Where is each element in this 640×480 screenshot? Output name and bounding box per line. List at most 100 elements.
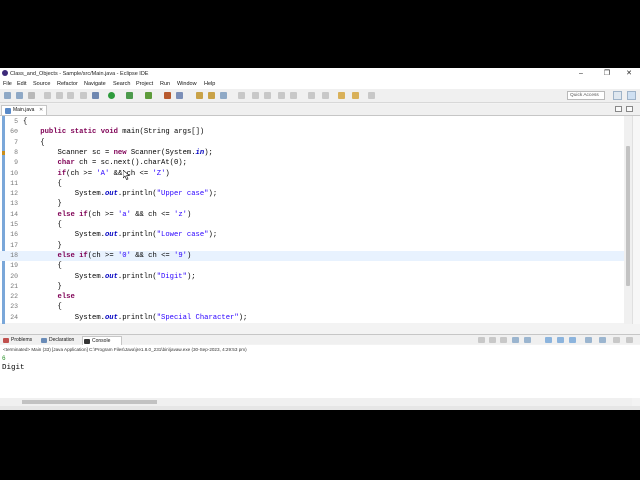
maximize-editor-icon[interactable] — [626, 106, 633, 112]
open-task-icon[interactable] — [208, 92, 215, 99]
code-line[interactable]: 23 { — [0, 302, 624, 312]
code-line[interactable]: 7 { — [0, 138, 624, 148]
code-line[interactable]: 17 } — [0, 241, 624, 251]
word-wrap-icon[interactable] — [545, 337, 552, 343]
line-number: 14 — [10, 210, 18, 218]
code-line[interactable]: 12 System.out.println("Upper case"); — [0, 189, 624, 199]
code-line[interactable]: 8 Scanner sc = new Scanner(System.in); — [0, 148, 624, 158]
save-icon[interactable] — [16, 92, 23, 99]
code-text: public static void main(String args[]) — [40, 128, 205, 137]
open-perspective-icon[interactable] — [613, 91, 622, 100]
coverage-icon[interactable] — [126, 92, 133, 99]
toggle-icon[interactable] — [56, 92, 63, 99]
menu-navigate[interactable]: Navigate — [84, 81, 106, 87]
editor-tab-main-java[interactable]: Main.java ✕ — [1, 105, 47, 115]
tab-problems[interactable]: Problems — [2, 336, 38, 345]
declaration-icon — [41, 338, 47, 343]
debug-icon[interactable] — [92, 92, 99, 99]
pin-console-icon[interactable] — [585, 337, 592, 343]
restore-button[interactable]: ❐ — [602, 69, 612, 79]
pin-icon[interactable] — [368, 92, 375, 99]
mouse-pointer-icon — [123, 170, 131, 180]
terminate-icon[interactable] — [478, 337, 485, 343]
menu-project[interactable]: Project — [136, 81, 153, 87]
code-line[interactable]: 9 char ch = sc.next().charAt(0); — [0, 158, 624, 168]
code-line[interactable]: 11 { — [0, 179, 624, 189]
open-type-icon[interactable] — [196, 92, 203, 99]
code-line[interactable]: 18 else if(ch >= '0' && ch <= '9') — [0, 250, 624, 261]
menu-refactor[interactable]: Refactor — [57, 81, 78, 87]
display-console-icon[interactable] — [599, 337, 606, 343]
code-line[interactable]: 10 if(ch >= 'A' && ch <= 'Z') — [0, 169, 624, 179]
whitespace-icon[interactable] — [264, 92, 271, 99]
code-line[interactable]: 21 } — [0, 282, 624, 292]
quick-access-field[interactable]: Quick Access — [567, 91, 605, 100]
back-icon[interactable] — [322, 92, 329, 99]
menu-search[interactable]: Search — [113, 81, 130, 87]
line-number: 7 — [14, 138, 18, 146]
minimize-panel-icon[interactable] — [613, 337, 620, 343]
tab-declaration[interactable]: Declaration — [40, 336, 81, 345]
java-perspective-icon[interactable] — [627, 91, 636, 100]
clear-console-icon[interactable] — [512, 337, 519, 343]
close-button[interactable]: ✕ — [624, 69, 634, 79]
last-edit-icon[interactable] — [308, 92, 315, 99]
block-selection-icon[interactable] — [252, 92, 259, 99]
code-line[interactable]: 5{ — [0, 117, 624, 127]
history-icon[interactable] — [352, 92, 359, 99]
print-icon[interactable] — [44, 92, 51, 99]
code-line[interactable]: 15 { — [0, 220, 624, 230]
line-number: 22 — [10, 293, 18, 301]
minimize-button[interactable]: – — [576, 69, 586, 79]
code-text: } — [23, 241, 62, 250]
menu-help[interactable]: Help — [204, 81, 215, 87]
menu-edit[interactable]: Edit — [17, 81, 26, 87]
code-line[interactable]: 13 } — [0, 199, 624, 209]
code-line[interactable]: 16 System.out.println("Lower case"); — [0, 230, 624, 240]
remove-launch-icon[interactable] — [489, 337, 496, 343]
code-text: System.out.println("Upper case"); — [23, 190, 218, 199]
code-line[interactable]: 20 System.out.println("Digit"); — [0, 272, 624, 282]
code-line[interactable]: 14 else if(ch >= 'a' && ch <= 'z') — [0, 210, 624, 220]
remove-all-icon[interactable] — [500, 337, 507, 343]
menu-source[interactable]: Source — [33, 81, 50, 87]
code-line[interactable]: 6⊖ public static void main(String args[]… — [0, 127, 624, 137]
menu-file[interactable]: File — [3, 81, 12, 87]
show-stdout-icon[interactable] — [557, 337, 564, 343]
console-output[interactable]: 6 Digit — [0, 354, 640, 398]
console-scroll-thumb[interactable] — [22, 400, 157, 404]
mark-occurrences-icon[interactable] — [238, 92, 245, 99]
minimize-editor-icon[interactable] — [615, 106, 622, 112]
new-package-icon[interactable] — [176, 92, 183, 99]
external-tools-icon[interactable] — [145, 92, 152, 99]
show-stderr-icon[interactable] — [569, 337, 576, 343]
editor-scroll-thumb[interactable] — [626, 146, 630, 286]
new-java-project-icon[interactable] — [164, 92, 171, 99]
menu-run[interactable]: Run — [160, 81, 170, 87]
terminal-icon[interactable] — [80, 92, 87, 99]
skip-breakpoints-icon[interactable] — [67, 92, 74, 99]
console-horizontal-scrollbar[interactable] — [0, 398, 632, 406]
code-line[interactable]: 22 else — [0, 292, 624, 302]
code-text: } — [23, 282, 62, 291]
line-number: 16 — [10, 231, 18, 239]
code-editor[interactable]: 5{6⊖ public static void main(String args… — [0, 115, 640, 324]
annotation-next-icon[interactable] — [278, 92, 285, 99]
new-icon[interactable] — [4, 92, 11, 99]
forward-icon[interactable] — [338, 92, 345, 99]
code-text: if(ch >= 'A' && ch <= 'Z') — [57, 169, 170, 178]
close-tab-icon[interactable]: ✕ — [39, 106, 43, 115]
menu-window[interactable]: Window — [177, 81, 197, 87]
editor-vertical-scrollbar[interactable] — [624, 116, 632, 324]
tab-console[interactable]: Console — [82, 336, 122, 345]
console-icon — [84, 339, 90, 344]
save-all-icon[interactable] — [28, 92, 35, 99]
warning-marker-icon[interactable] — [2, 150, 5, 155]
code-line[interactable]: 19 { — [0, 261, 624, 271]
maximize-panel-icon[interactable] — [626, 337, 633, 343]
search-icon[interactable] — [220, 92, 227, 99]
scroll-lock-icon[interactable] — [524, 337, 531, 343]
code-line[interactable]: 24 System.out.println("Special Character… — [0, 313, 624, 323]
run-icon[interactable] — [108, 92, 115, 99]
annotation-prev-icon[interactable] — [290, 92, 297, 99]
